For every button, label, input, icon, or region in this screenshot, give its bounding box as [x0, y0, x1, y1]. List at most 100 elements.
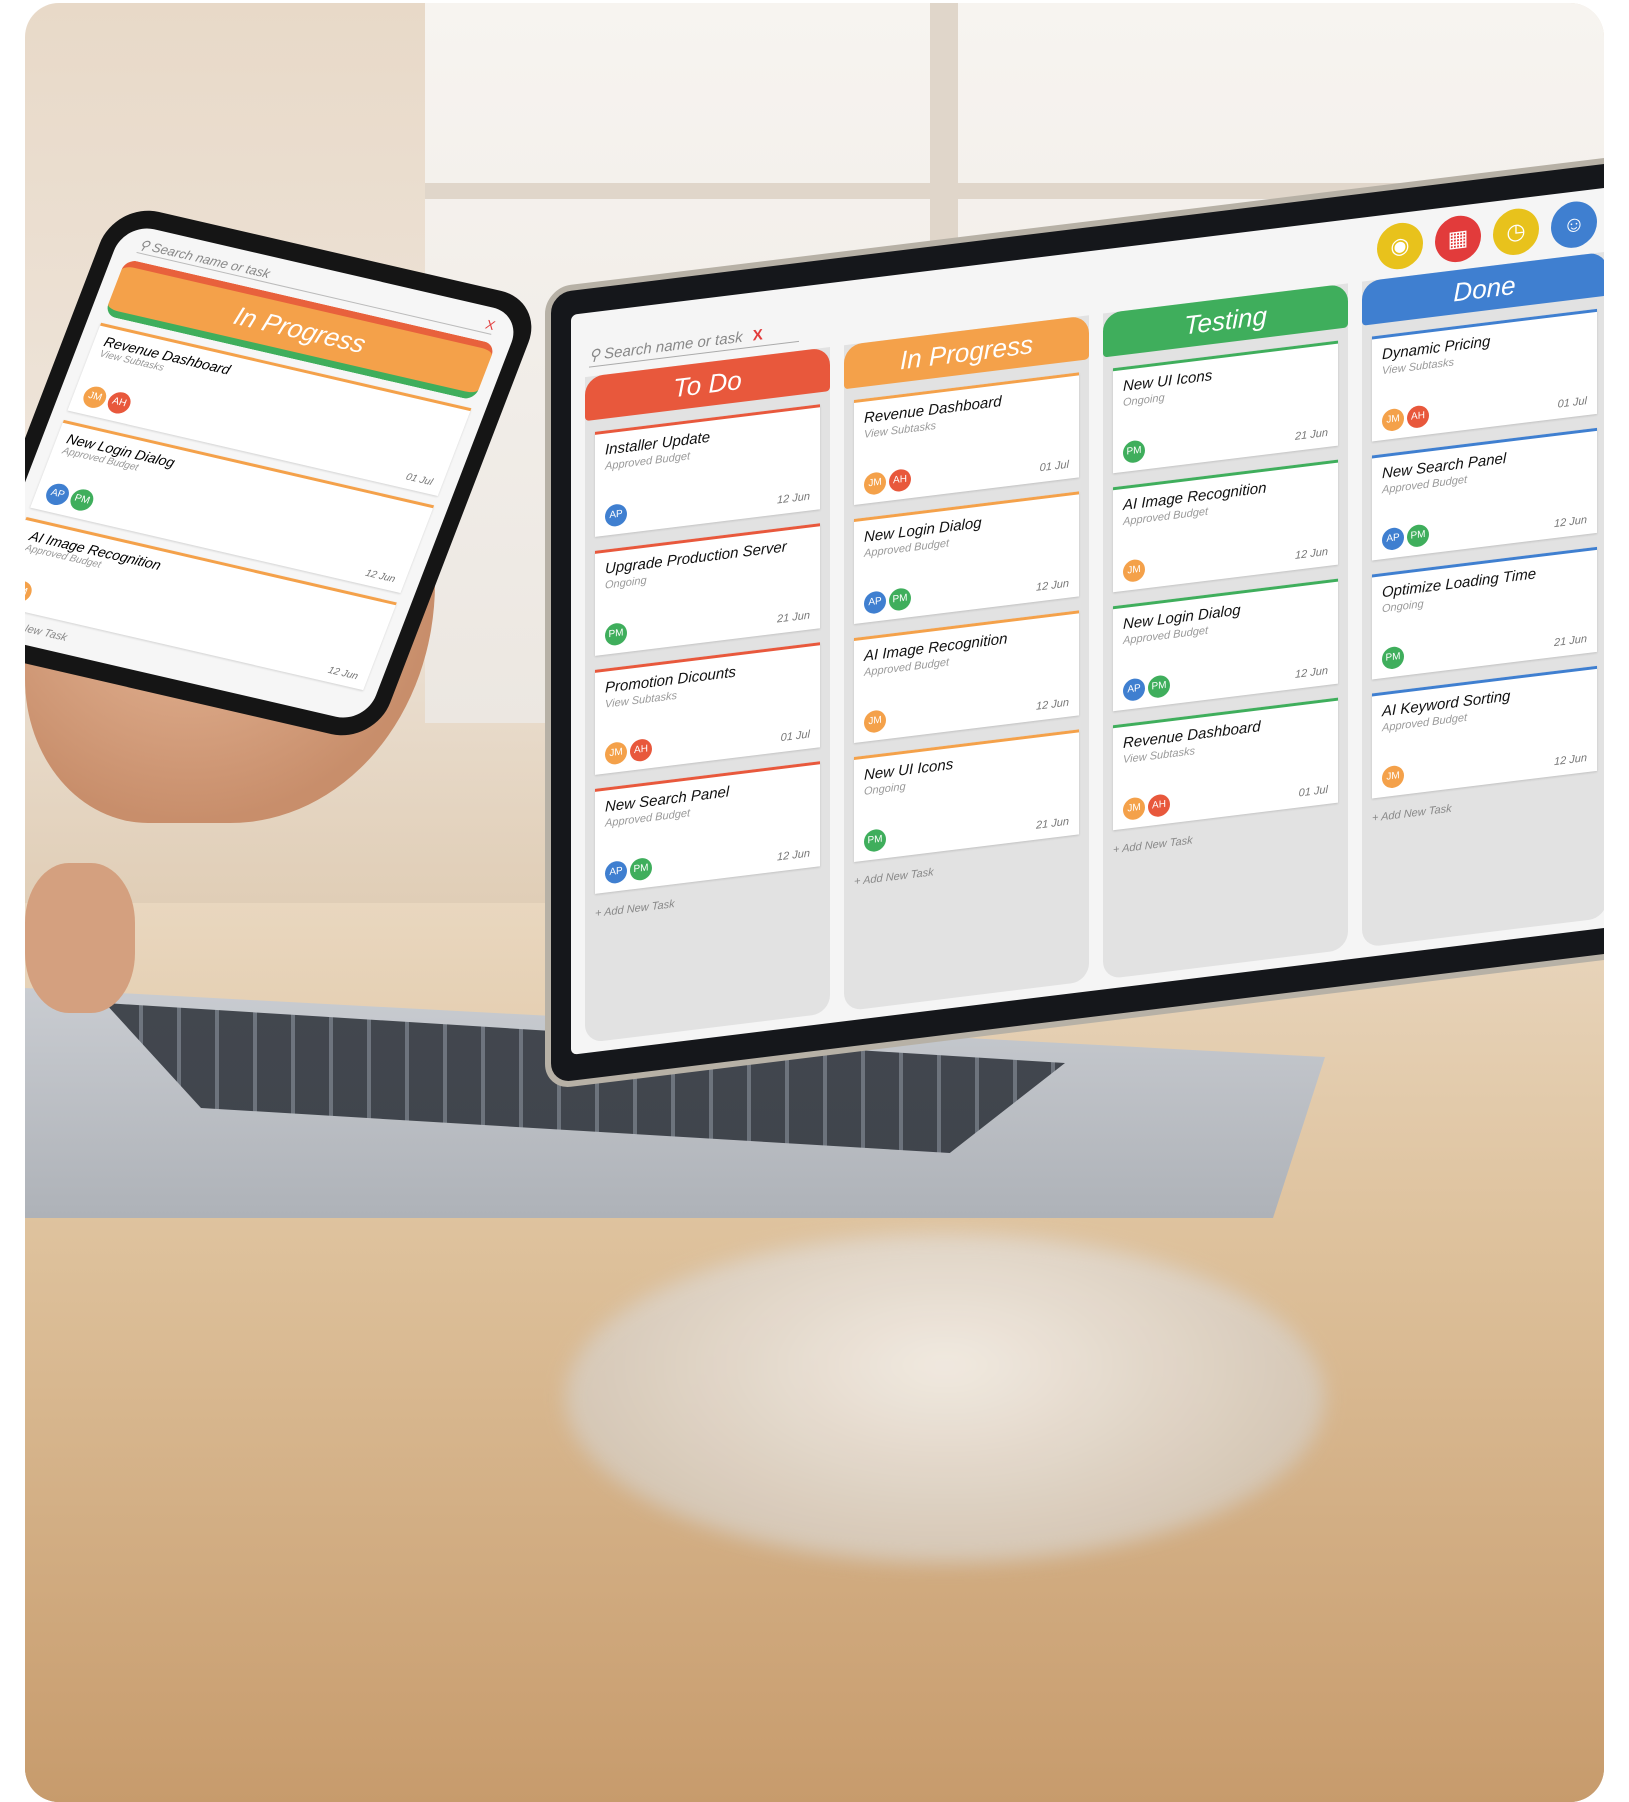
- avatar: PM: [1382, 645, 1404, 671]
- avatar: PM: [864, 828, 886, 853]
- task-date: 21 Jun: [1294, 426, 1328, 443]
- avatar: JM: [605, 740, 627, 766]
- avatar: AP: [1123, 677, 1145, 703]
- task-date: 01 Jul: [780, 728, 810, 745]
- user-icon[interactable]: ☺: [1551, 198, 1597, 251]
- task-date: 12 Jun: [326, 665, 360, 683]
- avatar: JM: [864, 709, 886, 734]
- hand: [25, 863, 135, 1013]
- avatar: PM: [889, 587, 911, 612]
- task-date: 12 Jun: [776, 490, 810, 507]
- task-date: 12 Jun: [1035, 696, 1069, 713]
- task-card[interactable]: Promotion Dicounts View Subtasks JM AH 01 Ju…: [595, 642, 820, 775]
- kanban-app: ◉ ▦ ◷ ☺ ⚲ Search name or task X To Do Instal…: [571, 186, 1604, 1055]
- task-card[interactable]: Dynamic Pricing View Subtasks JM AH 01 Jul: [1372, 308, 1597, 442]
- task-date: 12 Jun: [1035, 577, 1069, 594]
- task-date: 21 Jun: [1553, 633, 1587, 650]
- avatar: AH: [104, 390, 134, 416]
- avatar: PM: [1148, 674, 1170, 699]
- avatar: AH: [889, 468, 911, 493]
- avatar-group: JM: [25, 578, 38, 605]
- avatar: AP: [864, 590, 886, 615]
- avatar-group: JM AH: [605, 737, 655, 766]
- lightbulb-icon[interactable]: ◉: [1377, 220, 1423, 272]
- laptop-screen: ◉ ▦ ◷ ☺ ⚲ Search name or task X To Do Instal…: [545, 153, 1604, 1091]
- task-card[interactable]: New Search Panel Approved Budget AP PM 12 Ju…: [595, 761, 820, 894]
- avatar-group: PM: [1123, 439, 1148, 465]
- task-card[interactable]: New UI Icons Ongoing PM 21 Jun: [1113, 340, 1338, 474]
- avatar-group: JM: [1123, 558, 1148, 584]
- photo-scene: ◉ ▦ ◷ ☺ ⚲ Search name or task X To Do Instal…: [25, 3, 1604, 1802]
- avatar-group: AP: [605, 502, 630, 528]
- task-card[interactable]: New Login Dialog Approved Budget AP PM 12 Ju…: [854, 491, 1079, 625]
- kanban-column: Done Dynamic Pricing View Subtasks JM AH 01 J…: [1362, 251, 1604, 948]
- avatar-group: JM: [1382, 764, 1407, 790]
- task-date: 01 Jul: [1557, 395, 1587, 411]
- search-icon: ⚲: [137, 236, 152, 254]
- avatar: JM: [1123, 558, 1145, 584]
- avatar: AP: [42, 481, 73, 508]
- avatar-group: PM: [605, 621, 630, 647]
- avatar: PM: [67, 487, 97, 513]
- avatar-group: AP PM: [42, 481, 100, 514]
- avatar-group: JM AH: [1123, 793, 1173, 822]
- avatar-group: PM: [864, 828, 889, 853]
- task-card[interactable]: AI Keyword Sorting Approved Budget JM 12 Ju…: [1372, 665, 1597, 799]
- task-card[interactable]: Upgrade Production Server Ongoing PM 21 Jun: [595, 523, 820, 656]
- avatar: PM: [605, 621, 627, 647]
- task-date: 12 Jun: [363, 568, 397, 586]
- task-date: 21 Jun: [776, 609, 810, 626]
- task-card[interactable]: Revenue Dashboard View Subtasks JM AH 01 Jul: [854, 372, 1079, 506]
- avatar: JM: [1382, 764, 1404, 790]
- avatar: JM: [1382, 407, 1404, 433]
- clear-search-button[interactable]: X: [753, 326, 763, 344]
- task-date: 01 Jul: [404, 471, 435, 489]
- task-card[interactable]: New UI Icons Ongoing PM 21 Jun: [854, 729, 1079, 863]
- task-date: 12 Jun: [1294, 545, 1328, 562]
- avatar: AH: [1148, 793, 1170, 818]
- avatar-group: AP PM: [1123, 674, 1173, 703]
- task-card[interactable]: New Login Dialog Approved Budget AP PM 12 Ju…: [1113, 578, 1338, 712]
- calendar-icon[interactable]: ▦: [1435, 213, 1481, 265]
- task-date: 12 Jun: [1294, 664, 1328, 681]
- task-date: 12 Jun: [776, 847, 810, 864]
- task-date: 12 Jun: [1553, 514, 1587, 531]
- avatar: PM: [1407, 523, 1429, 549]
- avatar: AP: [605, 502, 627, 528]
- task-date: 01 Jul: [1298, 783, 1328, 800]
- avatar-group: AP PM: [605, 856, 655, 885]
- avatar: JM: [25, 578, 35, 605]
- avatar-group: AP PM: [1382, 523, 1432, 552]
- task-card[interactable]: Revenue Dashboard View Subtasks JM AH 01 Jul: [1113, 697, 1338, 831]
- avatar: AH: [630, 737, 652, 763]
- mouse: [565, 1233, 1325, 1563]
- avatar: JM: [864, 471, 886, 496]
- task-card[interactable]: Installer Update Approved Budget AP 12 Jun: [595, 404, 820, 537]
- kanban-column: In Progress Revenue Dashboard View Subtask…: [844, 315, 1089, 1012]
- task-card[interactable]: Optimize Loading Time Ongoing PM 21 Jun: [1372, 546, 1597, 680]
- avatar: JM: [1123, 796, 1145, 822]
- avatar: PM: [1123, 439, 1145, 465]
- avatar: AH: [1407, 404, 1429, 430]
- task-date: 21 Jun: [1035, 815, 1069, 832]
- avatar-group: JM AH: [1382, 404, 1432, 433]
- task-card[interactable]: AI Image Recognition Approved Budget JM 12 …: [854, 610, 1079, 744]
- avatar-group: JM AH: [80, 384, 137, 416]
- avatar: AP: [605, 859, 627, 885]
- task-date: 01 Jul: [1039, 458, 1069, 475]
- task-card[interactable]: AI Image Recognition Approved Budget JM 12 …: [1113, 459, 1338, 593]
- avatar: PM: [630, 856, 652, 882]
- kanban-column: To Do Installer Update Approved Budget AP 12…: [585, 347, 830, 1044]
- avatar-group: JM: [864, 709, 889, 734]
- avatar: JM: [80, 384, 110, 411]
- search-icon: ⚲: [589, 346, 600, 365]
- clock-icon[interactable]: ◷: [1493, 205, 1539, 258]
- avatar-group: PM: [1382, 645, 1407, 671]
- task-card[interactable]: New Search Panel Approved Budget AP PM 12 Ju…: [1372, 427, 1597, 561]
- kanban-board: To Do Installer Update Approved Budget AP 12…: [585, 251, 1604, 1044]
- clear-search-button[interactable]: X: [483, 317, 497, 333]
- avatar: AP: [1382, 526, 1404, 552]
- task-date: 12 Jun: [1553, 752, 1587, 769]
- avatar-group: AP PM: [864, 587, 914, 615]
- kanban-column: Testing New UI Icons Ongoing PM 21 Jun AI Ima…: [1103, 283, 1348, 980]
